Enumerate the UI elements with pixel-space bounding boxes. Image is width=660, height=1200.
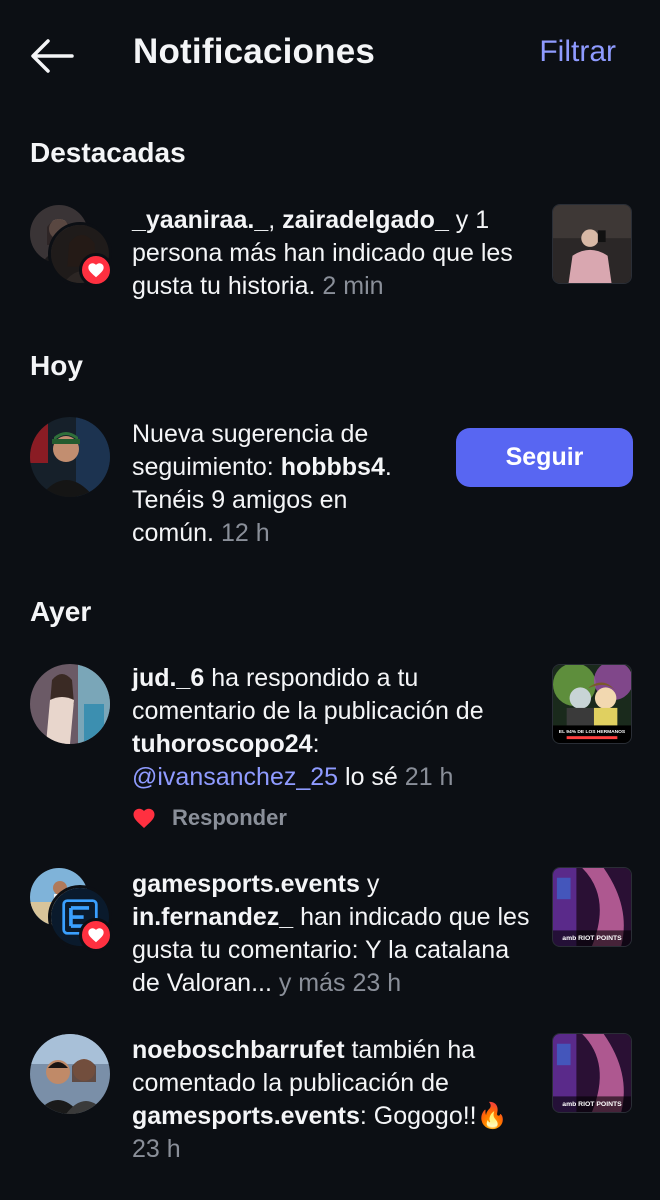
avatar (30, 1034, 110, 1114)
notification-text: _yaaniraa._, zairadelgado_ y 1 persona m… (132, 206, 513, 300)
section-today-title: Hoy (30, 350, 83, 381)
section-featured-title: Destacadas (30, 137, 186, 168)
arrow-left-icon (31, 39, 74, 73)
filter-button[interactable]: Filtrar (539, 35, 616, 69)
reply-row: Responder (132, 803, 287, 833)
story-thumbnail[interactable] (552, 204, 632, 284)
avatar (30, 417, 110, 497)
page-title: Notificaciones (133, 32, 376, 71)
notification-text: Nueva sugerencia de seguimiento: hobbbs4… (132, 420, 392, 547)
section-yesterday-title: Ayer (30, 596, 92, 627)
heart-icon (88, 928, 104, 943)
mention-link[interactable]: @ivansanchez_25 (132, 763, 338, 791)
avatar (30, 664, 110, 744)
heart-badge (79, 253, 113, 287)
heart-icon (88, 263, 104, 278)
post-thumbnail[interactable]: amb RIOT POINTS (552, 867, 632, 947)
heart-badge (79, 918, 113, 952)
notification-text: jud._6 ha respondido a tu comentario de … (132, 664, 484, 791)
thumbnail-caption: amb RIOT POINTS (562, 935, 622, 942)
thumbnail-caption: EL 94% DE LOS HERMANOS (559, 729, 626, 735)
post-thumbnail[interactable]: EL 94% DE LOS HERMANOS (552, 664, 632, 744)
heart-icon[interactable] (132, 807, 156, 829)
follow-button[interactable]: Seguir (456, 428, 633, 487)
reply-button[interactable]: Responder (172, 805, 287, 831)
header: Notificaciones Filtrar (0, 0, 660, 110)
back-button[interactable] (28, 36, 76, 76)
notification-text: noeboschbarrufet también ha comentado la… (132, 1036, 508, 1163)
thumbnail-caption: amb RIOT POINTS (562, 1101, 622, 1108)
post-thumbnail[interactable]: amb RIOT POINTS (552, 1033, 632, 1113)
notification-text: gamesports.events y in.fernandez_ han in… (132, 870, 530, 997)
